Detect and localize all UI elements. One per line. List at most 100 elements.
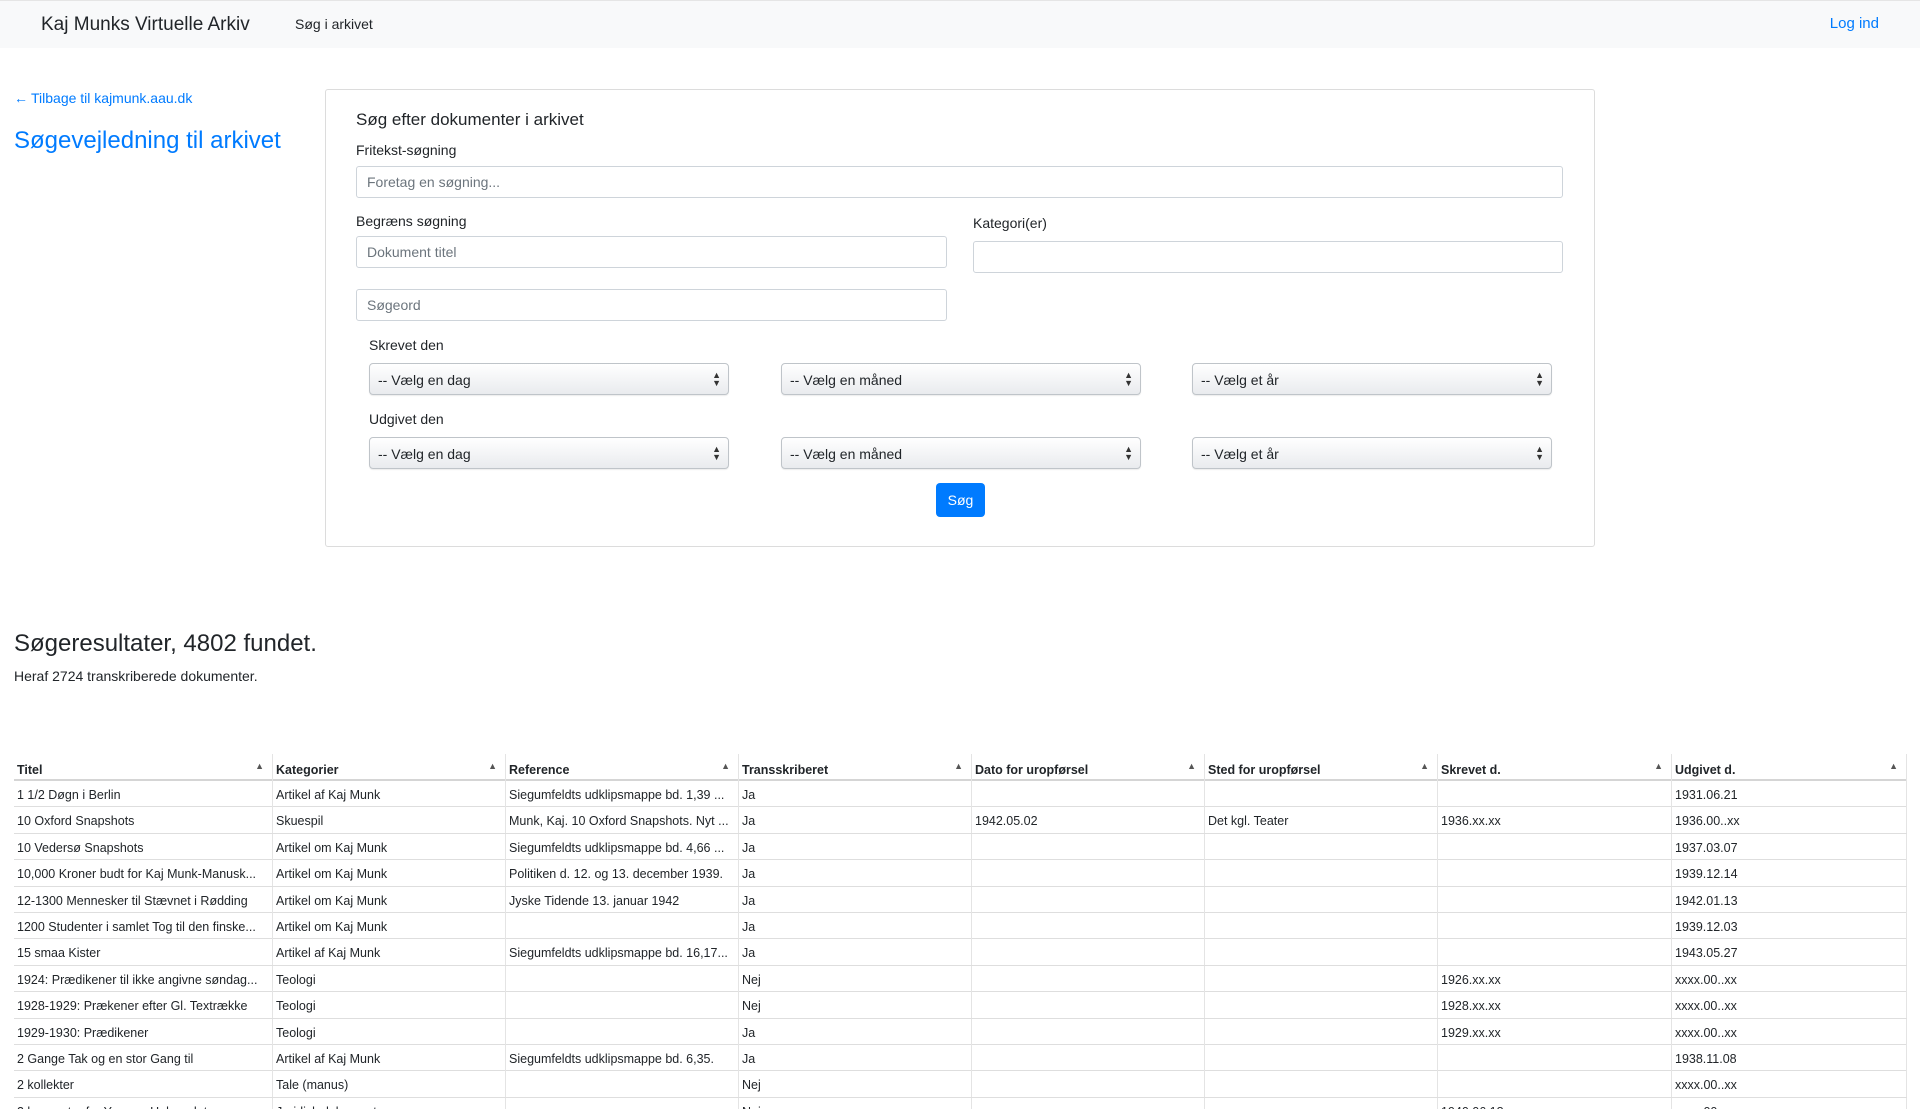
sort-asc-icon: ▲ [1187,761,1196,771]
table-header: Titel ▲ Kategorier ▲ Reference ▲ Transskribere… [14,754,1907,781]
table-cell [506,965,739,992]
search-button[interactable]: Søg [936,483,985,517]
published-day-select[interactable]: -- Vælg en dag ▲ ▼ [369,437,729,469]
table-cell [1438,1044,1672,1071]
fulltext-label: Fritekst-søgning [356,142,457,158]
written-month-select[interactable]: -- Vælg en måned ▲ ▼ [781,363,1141,395]
fulltext-search-input[interactable] [356,166,1563,198]
table-row[interactable]: 10,000 Kroner budt for Kaj Munk-Manusk..… [14,860,1907,887]
table-cell [506,1097,739,1109]
column-header[interactable]: Dato for uropførsel ▲ [972,754,1205,781]
table-cell [972,1044,1205,1071]
published-day-select-value: -- Vælg en dag [378,446,471,462]
table-row[interactable]: 10 Oxford Snapshots Skuespil Munk, Kaj. 10… [14,807,1907,834]
search-form-title: Søg efter dokumenter i arkivet [356,110,584,129]
table-cell: 1931.06.21 [1672,781,1907,807]
table-row[interactable]: 1929-1930: Prædikener Teologi Ja 1929.xx.xx… [14,1018,1907,1045]
table-cell: 1939.12.14 [1672,860,1907,887]
table-cell [1438,912,1672,939]
table-row[interactable]: 2 kollekter Tale (manus) Nej xxxx.00..xx [14,1071,1907,1098]
table-cell: Ja [739,807,972,834]
column-header-label: Kategorier [276,763,339,777]
table-cell [1205,781,1438,807]
column-header[interactable]: Kategorier ▲ [273,754,506,781]
table-cell [1205,833,1438,860]
written-year-select[interactable]: -- Vælg et år ▲ ▼ [1192,363,1552,395]
column-header[interactable]: Udgivet d. ▲ [1672,754,1907,781]
table-cell: 10 Vedersø Snapshots [14,833,273,860]
table-cell: 1936.xx.xx [1438,807,1672,834]
table-cell: Teologi [273,965,506,992]
table-cell: xxxx.00..xx [1672,1097,1907,1109]
table-cell: Artikel af Kaj Munk [273,781,506,807]
table-row[interactable]: 12-1300 Mennesker til Stævnet i Rødding A… [14,886,1907,913]
written-date-label: Skrevet den [369,337,444,353]
table-row[interactable]: 15 smaa Kister Artikel af Kaj Munk Siegumf… [14,939,1907,966]
table-cell: 2 koncepter for Yrsa og Helge, datere... [14,1097,273,1109]
table-row[interactable]: 1200 Studenter i samlet Tog til den fins… [14,912,1907,940]
table-cell: 12-1300 Mennesker til Stævnet i Rødding [14,886,273,913]
column-header[interactable]: Sted for uropførsel ▲ [1205,754,1438,781]
table-row[interactable]: 2 koncepter for Yrsa og Helge, datere...… [14,1097,1907,1109]
results-table: Titel ▲ Kategorier ▲ Reference ▲ Transskribere… [14,754,1907,1109]
table-cell: xxxx.00..xx [1672,965,1907,992]
table-cell: Siegumfeldts udklipsmappe bd. 1,39 ... [506,781,739,807]
table-cell [1438,833,1672,860]
table-row[interactable]: 2 Gange Tak og en stor Gang til Artikel a… [14,1044,1907,1072]
table-cell [972,886,1205,913]
document-title-input[interactable] [356,236,947,268]
select-updown-icon: ▲ ▼ [712,444,721,462]
table-cell [1438,860,1672,887]
table-cell: 1936.00..xx [1672,807,1907,834]
table-cell [506,1018,739,1045]
table-cell [1205,1071,1438,1098]
table-cell [972,1071,1205,1098]
keyword-input[interactable] [356,289,947,321]
table-cell: 1 1/2 Døgn i Berlin [14,781,273,807]
table-cell: 1929.xx.xx [1438,1018,1672,1045]
table-cell: Ja [739,912,972,939]
login-link[interactable]: Log ind [1830,15,1879,32]
table-cell [1438,1071,1672,1098]
column-header[interactable]: Transskriberet ▲ [739,754,972,781]
table-cell [972,833,1205,860]
column-header[interactable]: Skrevet d. ▲ [1438,754,1672,781]
sort-asc-icon: ▲ [1889,761,1898,771]
table-cell [1205,860,1438,887]
nav-search-link[interactable]: Søg i arkivet [295,16,373,32]
column-header-label: Skrevet d. [1441,763,1501,777]
table-row[interactable]: 1 1/2 Døgn i Berlin Artikel af Kaj Munk Si… [14,781,1907,808]
column-header-label: Udgivet d. [1675,763,1736,777]
back-link[interactable]: ← Tilbage til kajmunk.aau.dk [14,90,192,106]
table-cell: Det kgl. Teater [1205,807,1438,834]
table-cell [506,992,739,1019]
table-cell [506,1071,739,1098]
written-day-select-value: -- Vælg en dag [378,372,471,388]
table-cell [1205,886,1438,913]
table-cell: 15 smaa Kister [14,939,273,966]
table-row[interactable]: 1924: Prædikener til ikke angivne søndag… [14,965,1907,993]
table-cell: Tale (manus) [273,1071,506,1098]
results-subtitle: Heraf 2724 transkriberede dokumenter. [14,668,258,684]
table-cell [1205,965,1438,992]
column-header[interactable]: Titel ▲ [14,754,273,781]
table-cell: 1929-1930: Prædikener [14,1018,273,1045]
table-row[interactable]: 1928-1929: Prækener efter Gl. Textrække T… [14,992,1907,1019]
search-guide-link[interactable]: Søgevejledning til arkivet [14,127,281,155]
column-header-label: Titel [17,763,43,777]
written-day-select[interactable]: -- Vælg en dag ▲ ▼ [369,363,729,395]
table-cell [1205,1097,1438,1109]
table-cell: Politiken d. 12. og 13. december 1939. [506,860,739,887]
table-row[interactable]: 10 Vedersø Snapshots Artikel om Kaj Munk S… [14,833,1907,861]
table-cell: Nej [739,992,972,1019]
published-year-select[interactable]: -- Vælg et år ▲ ▼ [1192,437,1552,469]
table-cell: Siegumfeldts udklipsmappe bd. 16,17... [506,939,739,966]
brand-title[interactable]: Kaj Munks Virtuelle Arkiv [41,14,250,36]
table-cell: Ja [739,939,972,966]
category-input[interactable] [973,241,1563,273]
column-header[interactable]: Reference ▲ [506,754,739,781]
table-cell: Juridisk dokument [273,1097,506,1109]
published-year-select-value: -- Vælg et år [1201,446,1279,462]
table-cell [972,781,1205,807]
published-month-select[interactable]: -- Vælg en måned ▲ ▼ [781,437,1141,469]
